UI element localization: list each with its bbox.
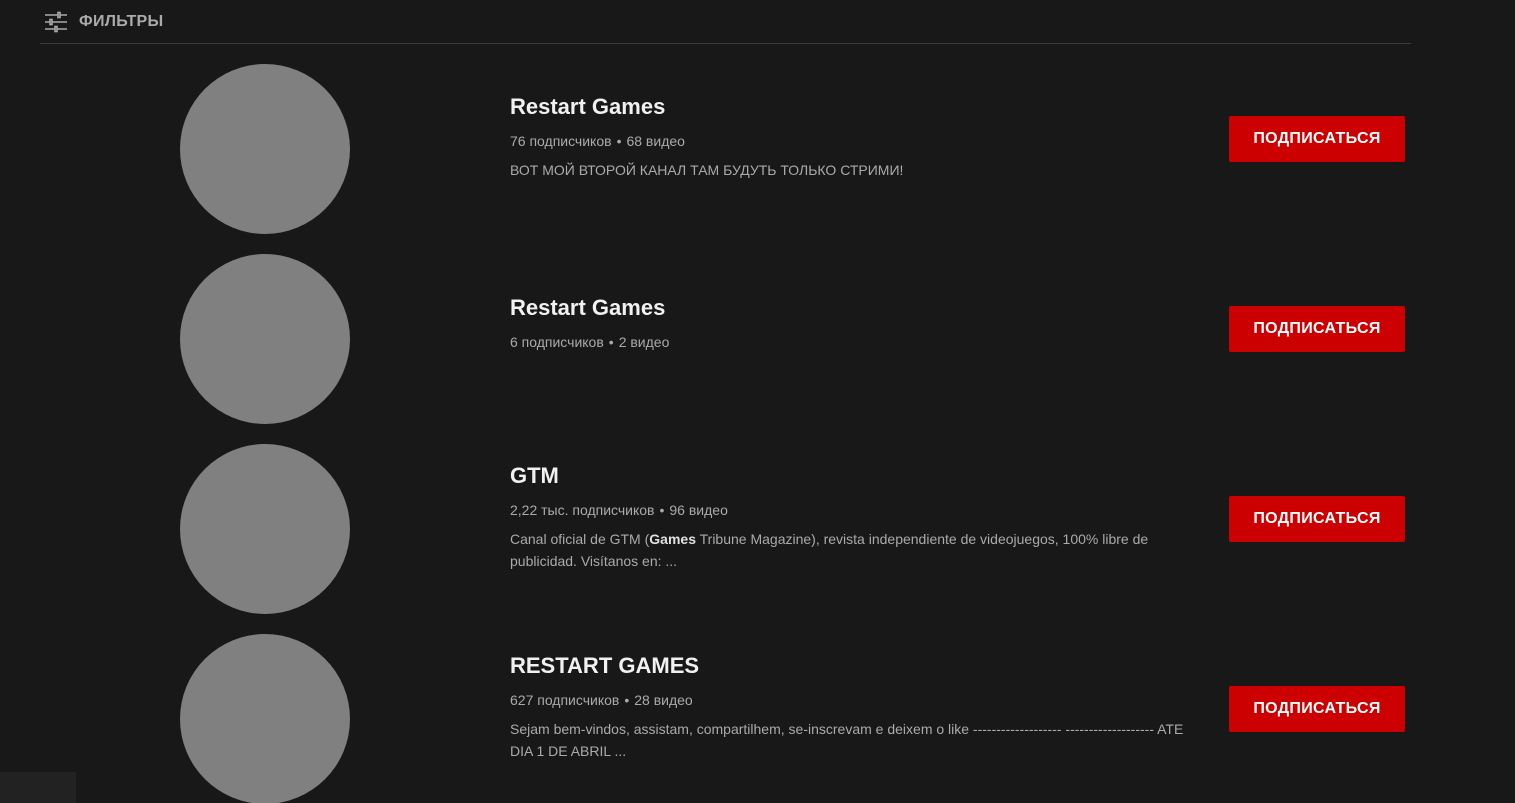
channel-description: ВОТ МОЙ ВТОРОЙ КАНАЛ ТАМ БУДУТЬ ТОЛЬКО С… <box>510 162 904 178</box>
meta-separator: • <box>624 692 630 708</box>
video-count: 2 видео <box>618 334 670 350</box>
filters-label: ФИЛЬТРЫ <box>79 12 164 30</box>
subscribe-button[interactable]: ПОДПИСАТЬСЯ <box>1229 686 1405 732</box>
channel-description: Sejam bem-vindos, assistam, compartilhem… <box>510 721 1184 759</box>
channel-avatar[interactable] <box>180 254 350 424</box>
channel-info: Restart Games 6 подписчиков • 2 видео <box>510 295 1210 351</box>
meta-separator: • <box>659 502 665 518</box>
subscribe-button[interactable]: ПОДПИСАТЬСЯ <box>1229 496 1405 542</box>
subscribe-button[interactable]: ПОДПИСАТЬСЯ <box>1229 116 1405 162</box>
meta-separator: • <box>608 334 614 350</box>
subscriber-count: 2,22 тыс. подписчиков <box>510 502 655 518</box>
filter-bar: ФИЛЬТРЫ <box>40 0 1411 44</box>
channel-info: RESTART GAMES 627 подписчиков • 28 видео S… <box>510 653 1210 762</box>
channel-avatar[interactable] <box>180 444 350 614</box>
channel-description: Canal oficial de GTM (Games Tribune Maga… <box>510 528 1200 572</box>
filters-button[interactable]: ФИЛЬТРЫ <box>40 2 163 42</box>
video-count: 96 видео <box>669 502 728 518</box>
channel-avatar[interactable] <box>180 634 350 803</box>
subscribe-button[interactable]: ПОДПИСАТЬСЯ <box>1229 306 1405 352</box>
channel-meta: 6 подписчиков • 2 видео <box>510 333 1210 351</box>
subscriber-count: 627 подписчиков <box>510 692 620 708</box>
bottom-left-panel <box>0 772 76 803</box>
video-count: 68 видео <box>626 133 685 149</box>
channel-result: RESTART GAMES 627 подписчиков • 28 видео S… <box>0 614 1515 803</box>
channel-name[interactable]: Restart Games <box>510 94 1210 120</box>
channel-meta: 2,22 тыс. подписчиков • 96 видео <box>510 501 1210 519</box>
channel-meta: 627 подписчиков • 28 видео <box>510 691 1210 709</box>
channel-name[interactable]: RESTART GAMES <box>510 653 1210 679</box>
channel-info: Restart Games 76 подписчиков • 68 видео ВО… <box>510 94 1210 181</box>
description-text: Canal oficial de GTM ( <box>510 531 650 547</box>
channel-name[interactable]: GTM <box>510 463 1210 489</box>
subscriber-count: 6 подписчиков <box>510 334 604 350</box>
channel-meta: 76 подписчиков • 68 видео <box>510 132 1210 150</box>
channel-result: Restart Games 76 подписчиков • 68 видео ВО… <box>0 44 1515 234</box>
description-highlight: Games <box>649 531 696 547</box>
channel-name[interactable]: Restart Games <box>510 295 1210 321</box>
video-count: 28 видео <box>634 692 693 708</box>
channel-result: GTM 2,22 тыс. подписчиков • 96 видео Canal… <box>0 424 1515 614</box>
search-results-page: ФИЛЬТРЫ Restart Games 76 подписчиков • 68 … <box>0 0 1515 803</box>
channel-info: GTM 2,22 тыс. подписчиков • 96 видео Canal… <box>510 463 1210 572</box>
meta-separator: • <box>616 133 622 149</box>
channel-result: Restart Games 6 подписчиков • 2 видео ПОДП… <box>0 234 1515 424</box>
subscriber-count: 76 подписчиков <box>510 133 612 149</box>
filter-sliders-icon <box>43 10 69 34</box>
channel-avatar[interactable] <box>180 64 350 234</box>
